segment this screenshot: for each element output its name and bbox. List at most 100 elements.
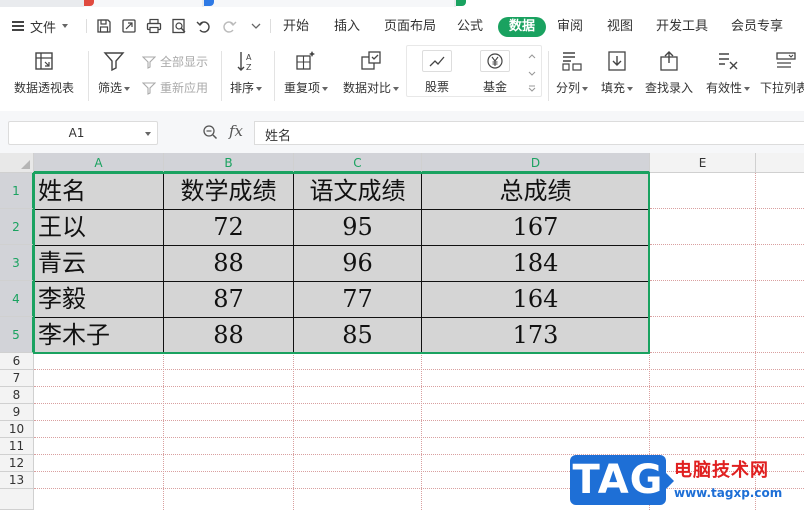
window-tab-strip [0, 0, 804, 7]
document-tab-1[interactable] [84, 0, 202, 7]
lookup-entry-button[interactable]: 查找录入 [644, 49, 694, 96]
tab-member[interactable]: 会员专享 [731, 17, 783, 37]
gridline [421, 353, 422, 510]
column-header-b[interactable]: B [164, 153, 294, 173]
file-menu[interactable]: 文件 [12, 16, 69, 36]
sort-label: 排序 [229, 81, 254, 95]
data-compare-icon [359, 49, 383, 73]
divider [88, 51, 89, 101]
fill-button[interactable]: 填充 [598, 49, 636, 96]
data-compare-button[interactable]: 数据对比 [340, 49, 402, 96]
funds-label: 基金 [482, 80, 507, 94]
row-header-7[interactable]: 7 [0, 370, 34, 387]
row-header-5[interactable]: 5 [0, 317, 34, 353]
watermark-url: www.tagxp.com [674, 486, 783, 500]
print-icon[interactable] [145, 17, 163, 35]
tab-insert[interactable]: 插入 [334, 17, 360, 37]
save-icon[interactable] [95, 17, 113, 35]
filter-button[interactable]: 筛选 [96, 49, 132, 96]
show-all-label: 全部显示 [160, 55, 209, 69]
tab-page-layout[interactable]: 页面布局 [384, 17, 436, 37]
sort-icon: AZ [234, 49, 258, 73]
chevron-down-icon [744, 86, 750, 91]
row-header-3[interactable]: 3 [0, 245, 34, 281]
watermark-site-name: 电脑技术网 [674, 460, 769, 481]
document-tab-active[interactable] [456, 0, 804, 7]
column-header-d[interactable]: D [422, 153, 650, 173]
row-header-2[interactable]: 2 [0, 209, 34, 245]
gridline [34, 369, 804, 370]
validity-button[interactable]: 有效性 [704, 49, 752, 96]
gridline [34, 420, 804, 421]
select-all-corner[interactable] [0, 153, 34, 173]
column-header-a[interactable]: A [34, 153, 164, 173]
duplicates-label: 重复项 [283, 81, 320, 95]
funds-button[interactable]: 基金 [467, 50, 523, 95]
tab-review[interactable]: 审阅 [557, 17, 583, 37]
chevron-down-icon [393, 86, 399, 91]
quick-access-more-icon[interactable] [247, 17, 265, 35]
column-header-f[interactable] [756, 153, 804, 173]
chevron-down-icon [627, 86, 633, 91]
sort-button[interactable]: AZ 排序 [228, 49, 264, 96]
split-column-button[interactable]: 分列 [554, 49, 590, 96]
gridline [650, 208, 804, 209]
ribbon-data: 数据透视表 筛选 全部显示 重新应用 AZ 排序 重复项 数据对比 股票 基金 … [0, 45, 804, 111]
chevron-down-icon [145, 132, 151, 136]
row-header-13[interactable]: 13 [0, 472, 34, 489]
redo-icon[interactable] [220, 17, 238, 35]
tag-logo: TAG [570, 455, 674, 505]
validity-icon [716, 49, 740, 73]
menu-bar: 文件 开始 插入 页面布局 公式 数据 审阅 视图 开发工具 会员专享 [0, 7, 804, 45]
dropdown-list-icon [774, 49, 798, 73]
gridline [163, 353, 164, 510]
chevron-down-icon [124, 86, 130, 91]
pivot-table-button[interactable]: 数据透视表 [12, 49, 76, 96]
show-all-button[interactable]: 全部显示 [142, 53, 208, 70]
show-all-icon [142, 55, 156, 69]
row-header-1[interactable]: 1 [0, 173, 34, 209]
print-preview-icon[interactable] [170, 17, 188, 35]
tab-view[interactable]: 视图 [607, 17, 633, 37]
split-column-label: 分列 [555, 81, 580, 95]
stocks-funds-panel: 股票 基金 [406, 45, 542, 97]
document-tab-2[interactable] [204, 0, 454, 7]
column-header-c[interactable]: C [294, 153, 422, 173]
svg-text:Z: Z [246, 63, 252, 72]
reapply-button[interactable]: 重新应用 [142, 79, 208, 96]
insert-function-button[interactable]: fx [229, 122, 243, 140]
export-pdf-icon[interactable] [120, 17, 138, 35]
row-header-10[interactable]: 10 [0, 421, 34, 438]
row-header-6[interactable]: 6 [0, 353, 34, 370]
formula-input[interactable]: 姓名 [254, 121, 804, 145]
watermark: TAG 电脑技术网 www.tagxp.com [570, 452, 804, 510]
row-header-4[interactable]: 4 [0, 281, 34, 317]
row-header-8[interactable]: 8 [0, 387, 34, 404]
stocks-button[interactable]: 股票 [409, 50, 465, 95]
row-header-14[interactable] [0, 489, 34, 510]
tab-developer[interactable]: 开发工具 [656, 17, 708, 37]
dropdown-list-button[interactable]: 下拉列表 [760, 49, 804, 96]
fill-down-icon [605, 49, 629, 73]
column-header-e[interactable]: E [650, 153, 756, 173]
divider [86, 19, 87, 33]
hamburger-icon [12, 21, 24, 31]
pivot-table-label: 数据透视表 [13, 81, 74, 95]
formula-bar: A1 fx 姓名 [0, 111, 804, 153]
file-menu-label: 文件 [30, 20, 57, 36]
row-header-11[interactable]: 11 [0, 438, 34, 455]
zoom-search-icon[interactable] [202, 124, 218, 140]
lookup-entry-label: 查找录入 [644, 81, 693, 95]
tab-formulas[interactable]: 公式 [457, 17, 483, 37]
filter-icon [102, 49, 126, 73]
divider [221, 51, 222, 101]
name-box[interactable]: A1 [8, 121, 158, 145]
tab-home[interactable]: 开始 [283, 17, 309, 37]
undo-icon[interactable] [195, 17, 213, 35]
filter-label: 筛选 [97, 81, 122, 95]
row-header-9[interactable]: 9 [0, 404, 34, 421]
ribbon-gallery-scroll[interactable] [527, 50, 537, 94]
row-header-12[interactable]: 12 [0, 455, 34, 472]
tab-data[interactable]: 数据 [498, 17, 547, 37]
duplicates-button[interactable]: 重复项 [282, 49, 330, 96]
